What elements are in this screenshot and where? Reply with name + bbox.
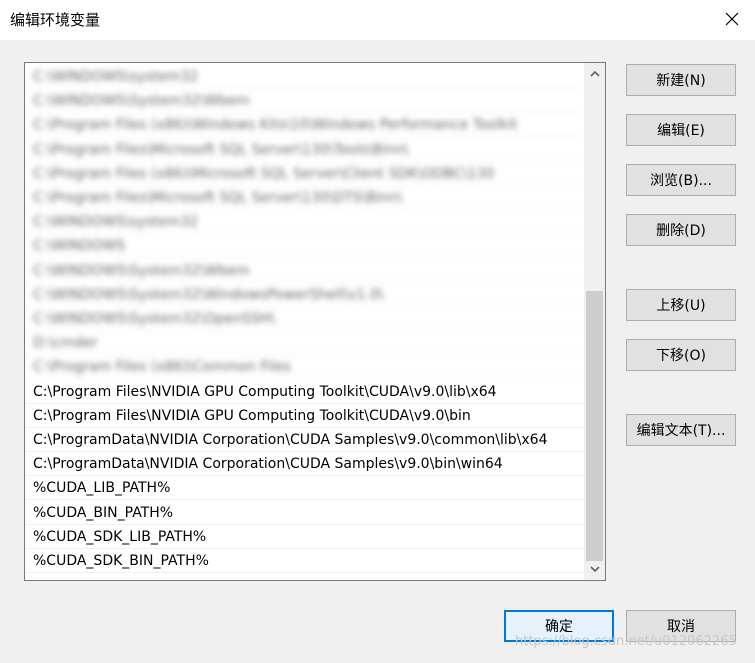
path-list-item[interactable]: %CUDA_LIB_PATH% <box>25 476 585 500</box>
edit-text-button[interactable]: 编辑文本(T)... <box>626 414 736 446</box>
browse-button[interactable]: 浏览(B)... <box>626 164 736 196</box>
path-list-item[interactable]: C:\Program Files (x86)\Common Files <box>25 355 585 379</box>
path-list-item[interactable]: C:\Program Files\NVIDIA GPU Computing To… <box>25 380 585 404</box>
path-list-item[interactable]: C:\WINDOWS\System32\WindowsPowerShell\v1… <box>25 283 585 307</box>
path-list-item[interactable]: C:\Program Files\Microsoft SQL Server\13… <box>25 186 585 210</box>
move-up-button[interactable]: 上移(U) <box>626 289 736 321</box>
scrollbar-thumb[interactable] <box>586 291 603 561</box>
edit-button[interactable]: 编辑(E) <box>626 114 736 146</box>
close-button[interactable] <box>709 0 755 38</box>
chevron-down-icon <box>589 566 600 573</box>
chevron-up-icon <box>589 70 600 77</box>
path-list-item[interactable]: %CUDA_SDK_LIB_PATH% <box>25 525 585 549</box>
path-list-item[interactable]: C:\Program Files\NVIDIA GPU Computing To… <box>25 404 585 428</box>
path-list-item[interactable]: C:\Program Files (x86)\Microsoft SQL Ser… <box>25 162 585 186</box>
path-list-item[interactable]: %CUDA_SDK_BIN_PATH% <box>25 549 585 573</box>
scroll-down-button[interactable] <box>584 559 605 580</box>
delete-button[interactable]: 删除(D) <box>626 214 736 246</box>
close-icon <box>725 12 739 26</box>
path-list-item[interactable]: C:\ProgramData\NVIDIA Corporation\CUDA S… <box>25 428 585 452</box>
path-list-item[interactable]: D:\cmder <box>25 331 585 355</box>
path-list-item[interactable]: C:\WINDOWS\System32\Wbem <box>25 259 585 283</box>
path-list-item[interactable]: C:\WINDOWS <box>25 234 585 258</box>
path-list-item[interactable]: C:\ProgramData\NVIDIA Corporation\CUDA S… <box>25 452 585 476</box>
path-list-item[interactable]: C:\WINDOWS\System32\Wbem <box>25 89 585 113</box>
path-list-item[interactable]: C:\Program Files (x86)\Windows Kits\10\W… <box>25 113 585 137</box>
path-list-item[interactable]: C:\Program Files\Microsoft SQL Server\13… <box>25 138 585 162</box>
path-list-item[interactable]: %CUDA_BIN_PATH% <box>25 501 585 525</box>
path-list-item[interactable]: C:\WINDOWS\system32 <box>25 210 585 234</box>
path-list-item[interactable]: C:\WINDOWS\system32 <box>25 65 585 89</box>
watermark: https://blog.csdn.net/u012062265 <box>515 634 737 649</box>
path-list-item[interactable]: C:\WINDOWS\System32\OpenSSH\ <box>25 307 585 331</box>
new-button[interactable]: 新建(N) <box>626 64 736 96</box>
path-list[interactable]: C:\WINDOWS\system32 C:\WINDOWS\System32\W… <box>24 62 606 581</box>
title-bar: 编辑环境变量 <box>0 0 755 40</box>
move-down-button[interactable]: 下移(O) <box>626 339 736 371</box>
scroll-up-button[interactable] <box>584 63 605 84</box>
window-title: 编辑环境变量 <box>10 11 101 29</box>
vertical-scrollbar[interactable] <box>584 63 605 580</box>
